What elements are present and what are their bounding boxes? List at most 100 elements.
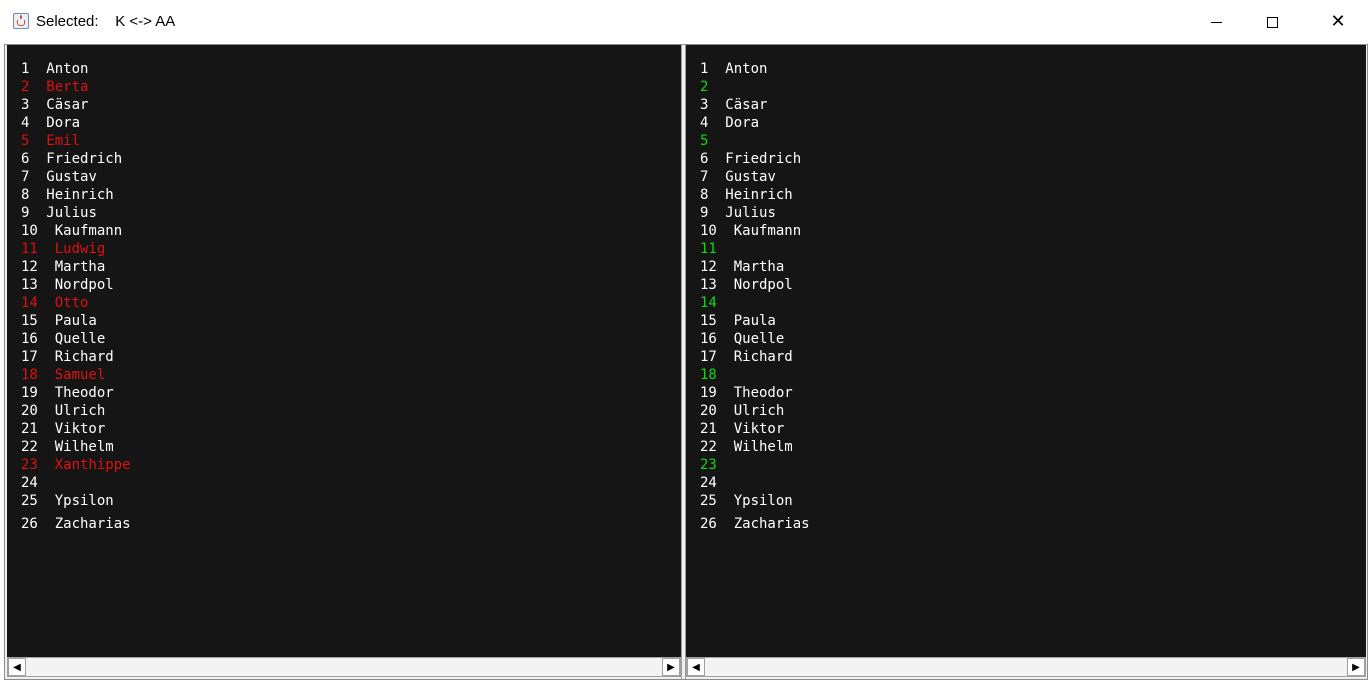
line-text: Dora	[46, 115, 81, 131]
gutter-gap	[38, 295, 55, 311]
text-line: 21 Viktor	[21, 421, 105, 437]
minimize-icon	[1210, 21, 1222, 23]
left-horizontal-scrollbar[interactable]: ◀ ▶	[7, 657, 681, 677]
gutter-gap	[717, 241, 734, 257]
gutter-gap	[38, 403, 55, 419]
text-line: 12 Martha	[21, 259, 105, 275]
gutter-gap	[717, 349, 734, 365]
line-number: 26	[21, 516, 38, 532]
line-number: 15	[700, 313, 717, 329]
line-text: Wilhelm	[54, 439, 114, 455]
gutter-gap	[38, 223, 55, 239]
line-text: Theodor	[54, 385, 114, 401]
line-text: Friedrich	[46, 151, 123, 167]
line-number: 22	[21, 439, 38, 455]
line-text: Ulrich	[54, 403, 106, 419]
line-number: 14	[21, 295, 38, 311]
text-line: 14	[700, 295, 734, 311]
text-line: 9 Julius	[700, 205, 776, 221]
scroll-left-icon[interactable]: ◀	[687, 658, 705, 676]
text-line: 1 Anton	[700, 61, 767, 77]
gutter-gap	[38, 277, 55, 293]
line-text: Ludwig	[54, 241, 106, 257]
text-line: 11	[700, 241, 734, 257]
text-line: 18 Samuel	[21, 367, 105, 383]
line-text: Martha	[54, 259, 106, 275]
text-line: 7 Gustav	[700, 169, 776, 185]
line-text: Quelle	[54, 331, 106, 347]
line-number: 12	[21, 259, 38, 275]
line-text: Cäsar	[725, 97, 768, 113]
scroll-right-icon[interactable]: ▶	[662, 658, 680, 676]
gutter-gap	[717, 223, 734, 239]
line-number: 11	[700, 241, 717, 257]
text-line: 25 Ypsilon	[21, 493, 114, 509]
line-number: 20	[21, 403, 38, 419]
text-line: 19 Theodor	[21, 385, 114, 401]
line-text: Dora	[725, 115, 760, 131]
close-button[interactable]: ✕	[1315, 0, 1361, 44]
line-text: Gustav	[46, 169, 97, 185]
title-bar: Selected: K <-> AA ✕	[0, 0, 1372, 44]
line-text: Otto	[54, 295, 89, 311]
line-number: 13	[700, 277, 717, 293]
gutter-gap	[717, 277, 734, 293]
left-text-pane[interactable]: 1 Anton 2 Berta 3 Cäsar 4 Dora 5 Emil 6 Fried…	[7, 45, 681, 657]
text-line: 15 Paula	[21, 313, 97, 329]
gutter-gap	[708, 133, 725, 149]
line-number: 12	[700, 259, 717, 275]
scrollbar-track[interactable]	[705, 658, 1347, 676]
gutter-gap	[38, 241, 55, 257]
text-line: 15 Paula	[700, 313, 776, 329]
line-text: Emil	[46, 133, 81, 149]
gutter-gap	[708, 187, 725, 203]
text-line: 6 Friedrich	[700, 151, 801, 167]
line-number: 15	[21, 313, 38, 329]
gutter-gap	[708, 151, 725, 167]
right-horizontal-scrollbar[interactable]: ◀ ▶	[686, 657, 1366, 677]
line-number: 10	[700, 223, 717, 239]
line-text: Julius	[46, 205, 97, 221]
line-text: Zacharias	[733, 516, 810, 532]
gutter-gap	[717, 403, 734, 419]
text-line: 25 Ypsilon	[700, 493, 793, 509]
text-line: 17 Richard	[21, 349, 114, 365]
gutter-gap	[708, 205, 725, 221]
line-text: Friedrich	[725, 151, 802, 167]
text-line: 13 Nordpol	[21, 277, 114, 293]
maximize-button[interactable]	[1249, 0, 1295, 44]
line-text: Ypsilon	[733, 493, 793, 509]
text-line: 5 Emil	[21, 133, 80, 149]
gutter-gap	[717, 295, 734, 311]
scrollbar-track[interactable]	[26, 658, 662, 676]
right-text-pane[interactable]: 1 Anton 2 3 Cäsar 4 Dora 5 6 Friedrich 7 Gus…	[686, 45, 1366, 657]
line-text: Paula	[733, 313, 776, 329]
gutter-gap	[38, 475, 55, 491]
gutter-gap	[38, 313, 55, 329]
gutter-gap	[708, 97, 725, 113]
gutter-gap	[717, 313, 734, 329]
text-line: 23	[700, 457, 734, 473]
minimize-button[interactable]	[1193, 0, 1239, 44]
line-text: Nordpol	[733, 277, 793, 293]
gutter-gap	[29, 133, 46, 149]
line-text: Theodor	[733, 385, 793, 401]
line-text: Heinrich	[725, 187, 793, 203]
maximize-icon	[1266, 16, 1278, 28]
text-line: 8 Heinrich	[700, 187, 793, 203]
line-number: 18	[700, 367, 717, 383]
text-line: 20 Ulrich	[700, 403, 784, 419]
line-number: 17	[700, 349, 717, 365]
gutter-gap	[717, 385, 734, 401]
text-line: 5	[700, 133, 725, 149]
scroll-left-icon[interactable]: ◀	[8, 658, 26, 676]
window-title: Selected: K <-> AA	[36, 13, 176, 30]
gutter-gap	[29, 169, 46, 185]
gutter-gap	[708, 115, 725, 131]
line-number: 19	[700, 385, 717, 401]
scroll-right-icon[interactable]: ▶	[1347, 658, 1365, 676]
line-number: 25	[21, 493, 38, 509]
gutter-gap	[29, 79, 46, 95]
gutter-gap	[717, 516, 734, 532]
text-line: 2 Berta	[21, 79, 88, 95]
